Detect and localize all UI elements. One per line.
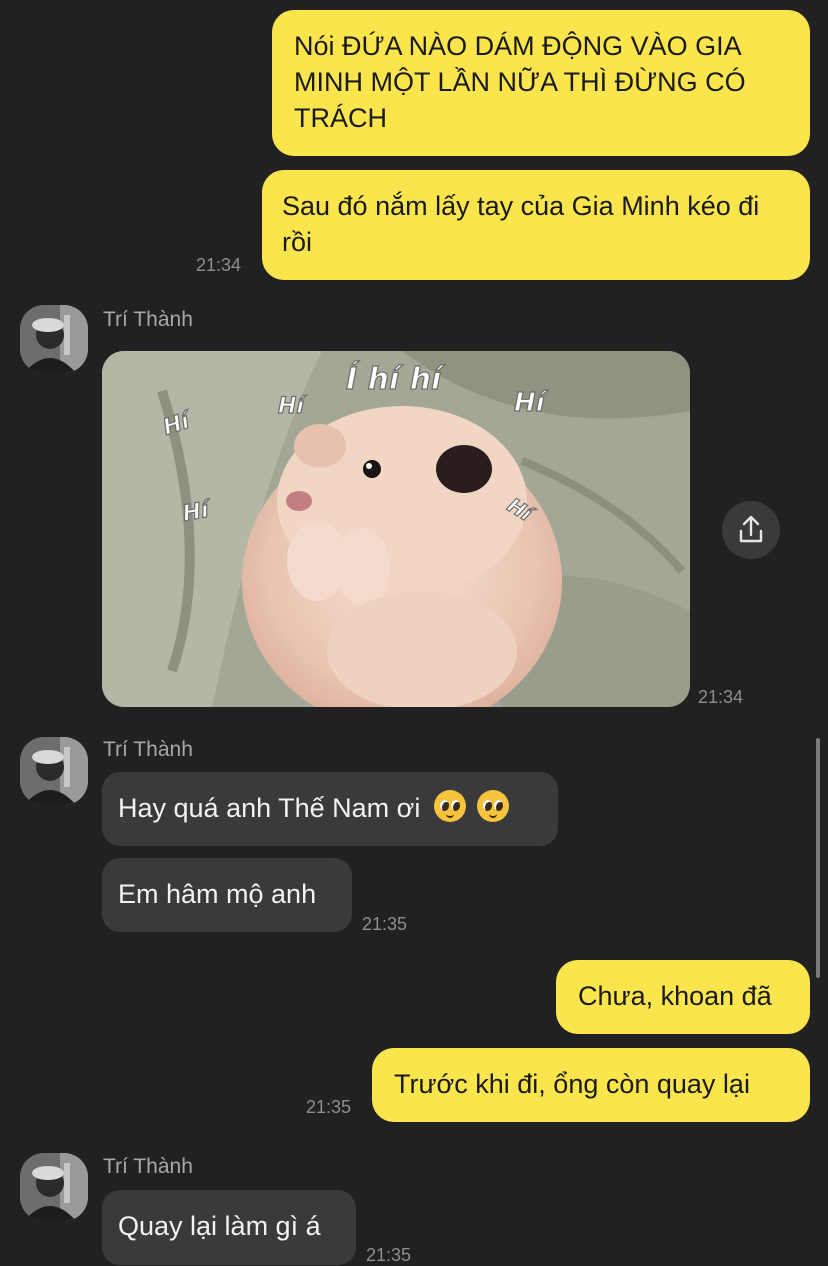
message-text: Nói ĐỨA NÀO DÁM ĐỘNG VÀO GIA MINH MỘT LẦ… [294, 31, 746, 133]
avatar-photo [20, 305, 88, 373]
outgoing-message[interactable]: Chưa, khoan đã [556, 960, 810, 1034]
incoming-message[interactable]: Hay quá anh Thế Nam ơi [102, 772, 558, 846]
message-text: Chưa, khoan đã [578, 981, 772, 1011]
outgoing-message[interactable]: Trước khi đi, ổng còn quay lại [372, 1048, 810, 1122]
pleading-face-icon [433, 790, 466, 822]
message-text: Em hâm mộ anh [118, 879, 317, 909]
sender-name: Trí Thành [103, 308, 193, 331]
message-timestamp: 21:34 [698, 687, 744, 707]
outgoing-message[interactable]: Nói ĐỨA NÀO DÁM ĐỘNG VÀO GIA MINH MỘT LẦ… [272, 10, 810, 156]
avatar[interactable] [20, 305, 88, 373]
message-text: Quay lại làm gì á [118, 1211, 321, 1241]
scrollbar[interactable] [816, 738, 820, 978]
message-text: Hay quá anh Thế Nam ơi [118, 793, 421, 823]
message-timestamp: 21:35 [306, 1097, 352, 1117]
message-text: Sau đó nắm lấy tay của Gia Minh kéo đi r… [282, 191, 760, 257]
avatar-photo [20, 737, 88, 805]
sticker-word: Hí [514, 388, 549, 418]
message-timestamp: 21:35 [362, 914, 408, 934]
incoming-message[interactable]: Em hâm mộ anh [102, 858, 352, 932]
sticker-word: Í hí hí [346, 361, 446, 397]
avatar[interactable] [20, 737, 88, 805]
sender-name: Trí Thành [103, 738, 193, 761]
sticker-image[interactable]: Í hí hí Hí Hí Hí Hí Hí [102, 351, 690, 707]
pleading-face-icon [477, 790, 510, 822]
share-button[interactable] [722, 501, 780, 559]
hamster-sticker: Í hí hí Hí Hí Hí Hí Hí [102, 351, 690, 707]
message-text: Trước khi đi, ổng còn quay lại [394, 1069, 750, 1099]
message-timestamp: 21:35 [366, 1245, 412, 1265]
avatar[interactable] [20, 1153, 88, 1221]
outgoing-message[interactable]: Sau đó nắm lấy tay của Gia Minh kéo đi r… [262, 170, 810, 280]
share-icon [739, 515, 763, 543]
message-timestamp: 21:34 [196, 255, 242, 275]
incoming-message[interactable]: Quay lại làm gì á [102, 1190, 356, 1265]
sticker-word: Hí [278, 394, 307, 419]
sender-name: Trí Thành [103, 1155, 193, 1178]
avatar-photo [20, 1153, 88, 1221]
